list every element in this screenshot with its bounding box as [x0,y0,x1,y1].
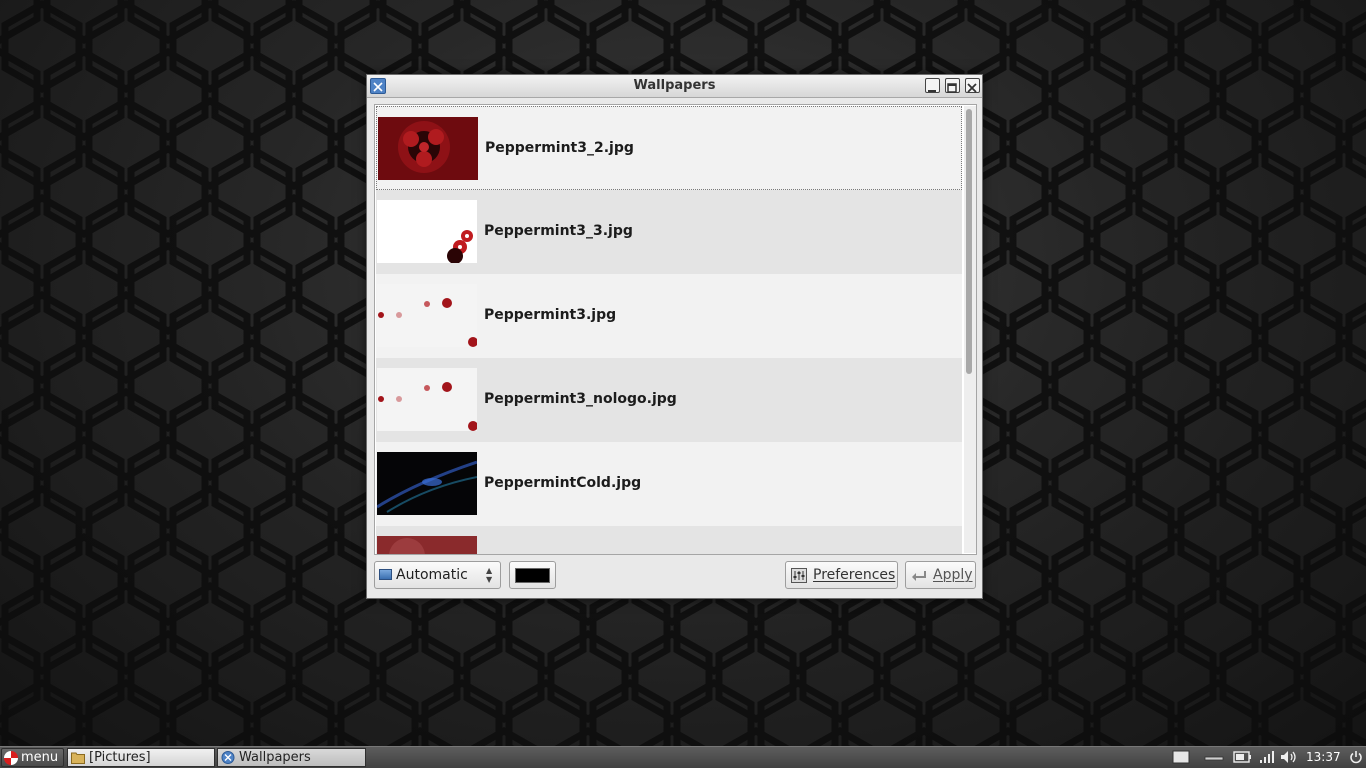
scrollbar-thumb[interactable] [966,109,972,374]
background-color-button[interactable] [509,561,556,589]
menu-label: menu [21,750,59,765]
taskbar: menu [Pictures] Wallpapers 13:37 [0,746,1366,768]
wallpaper-thumbnail [377,536,477,554]
task-wallpapers[interactable]: Wallpapers [217,748,366,767]
wallpaper-name: Peppermint3_nologo.jpg [484,391,677,407]
wallpaper-thumbnail [377,200,477,263]
window-title: Wallpapers [633,78,716,93]
wallpapers-app-icon [221,751,235,764]
wallpaper-thumbnail [378,117,478,180]
preferences-button[interactable]: Preferences [785,561,898,589]
monitor-icon [379,569,392,580]
wallpaper-thumbnail [377,368,477,431]
display-mode-value: Automatic [396,567,468,583]
preferences-label: Preferences [813,567,896,583]
list-item[interactable]: Peppermint3_2.jpg [376,106,962,190]
volume-icon[interactable] [1280,750,1298,764]
wallpapers-window[interactable]: Wallpapers Peppermint3_2.jpg Peppermint3… [366,74,983,599]
display-mode-select[interactable]: Automatic ▲ ▼ [374,561,501,589]
close-button[interactable] [965,78,980,93]
list-item[interactable]: Peppermint3_nologo.jpg [376,358,962,442]
clock[interactable]: 13:37 [1306,750,1341,764]
battery-icon[interactable] [1233,750,1251,764]
minimize-icon [928,90,936,92]
network-signal-icon[interactable] [1259,750,1275,764]
list-item[interactable] [376,526,962,554]
return-arrow-icon [912,571,926,581]
title-bar[interactable]: Wallpapers [367,75,982,98]
wallpaper-name: PeppermintCold.jpg [484,475,642,491]
folder-icon [71,752,85,764]
minimize-button[interactable] [925,78,940,93]
list-item[interactable]: Peppermint3.jpg [376,274,962,358]
task-label: Wallpapers [239,750,311,765]
wallpaper-thumbnail [377,452,477,515]
list-item[interactable]: Peppermint3_3.jpg [376,190,962,274]
wallpaper-list[interactable]: Peppermint3_2.jpg Peppermint3_3.jpg Pepp… [374,104,977,555]
close-icon [967,83,977,93]
spin-arrows-icon: ▲ ▼ [486,566,493,584]
peppermint-logo-icon [4,751,18,765]
apply-button[interactable]: Apply [905,561,976,589]
wallpaper-thumbnail [377,284,477,347]
apply-label: Apply [933,567,973,583]
color-swatch [515,568,550,583]
preferences-icon [791,568,807,583]
maximize-icon [947,83,957,93]
list-item[interactable]: PeppermintCold.jpg [376,442,962,526]
power-icon[interactable] [1349,750,1363,764]
minimize-all-icon[interactable] [1204,750,1224,764]
maximize-button[interactable] [945,78,960,93]
wallpaper-name: Peppermint3_2.jpg [485,140,634,156]
task-label: [Pictures] [89,750,151,765]
task-pictures[interactable]: [Pictures] [67,748,215,767]
start-menu-button[interactable]: menu [1,748,64,767]
desktop-icon[interactable] [1172,750,1190,764]
list-scrollbar[interactable] [964,106,976,553]
wallpaper-name: Peppermint3_3.jpg [484,223,633,239]
wallpaper-name: Peppermint3.jpg [484,307,617,323]
